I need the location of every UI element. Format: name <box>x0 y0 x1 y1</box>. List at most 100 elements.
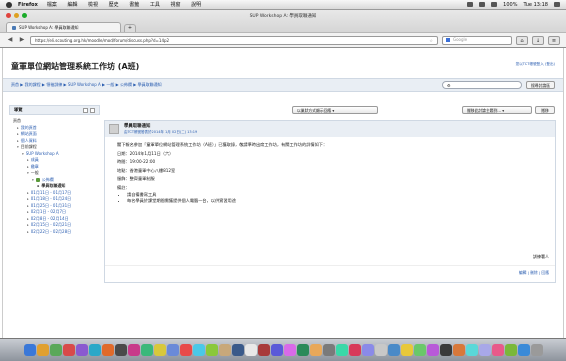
dock-app-icon[interactable] <box>335 344 348 356</box>
dock-app-icon[interactable] <box>23 344 36 356</box>
menu-view[interactable]: 檢視 <box>88 2 98 8</box>
dock-app-icon[interactable] <box>179 344 192 356</box>
dock-app-icon[interactable] <box>62 344 75 356</box>
dock-app-icon[interactable] <box>348 344 361 356</box>
dock-app-icon[interactable] <box>140 344 153 356</box>
menu-history[interactable]: 歷史 <box>109 2 119 8</box>
menu-window[interactable]: 視窗 <box>170 2 180 8</box>
dock-app-icon[interactable] <box>413 344 426 356</box>
dock-app-icon[interactable] <box>257 344 270 356</box>
clock[interactable]: Tue 13:18 <box>523 2 548 8</box>
dock-app-icon[interactable] <box>36 344 49 356</box>
url-bar[interactable]: https://eli.scouting.org.hk/moodle/mod/f… <box>30 35 438 45</box>
dock-app-icon[interactable] <box>114 344 127 356</box>
dock-app-icon[interactable] <box>374 344 387 356</box>
post-header: 學員取聯通知 由TCT帳號發表於2014年 1月 02日(二) 13:19 <box>105 121 555 137</box>
wifi-icon[interactable] <box>467 2 474 7</box>
post-signature: 訓練署人 <box>533 254 549 259</box>
nav-item-week[interactable]: ▸ 02月22日 - 02月28日 <box>13 229 96 236</box>
post-actions[interactable]: 編輯 | 刪除 | 回應 <box>105 265 555 282</box>
move-discussion-select[interactable]: 搬移此討論主題到... ▾ <box>462 106 532 114</box>
post-intro: 閣下報名參加「童軍單位網站管理系統工作坊（A班）」已獲取錄，敬請準時出席工作坊，… <box>117 142 328 147</box>
post-notes: 請自備書寫工具 每名學員於課堂期間需獲提供個人電腦一台，以供實習用途 <box>117 192 543 204</box>
dock-app-icon[interactable] <box>517 344 530 356</box>
tab-label: SUP Workshop A: 學員取聯通知 <box>19 24 79 30</box>
volume-icon[interactable] <box>479 2 486 7</box>
dock-app-icon[interactable] <box>127 344 140 356</box>
main-content: 以巢狀方式顯示回應 ▾ 搬移此討論主題到... ▾ 搬移 學員取聯通知 由TCT… <box>104 105 556 283</box>
dock-app-icon[interactable] <box>231 344 244 356</box>
post-author[interactable]: 由TCT帳號發表於2014年 1月 02日(二) 13:19 <box>124 130 197 135</box>
bookmark-star-icon[interactable]: ☆ <box>429 37 433 45</box>
breadcrumb[interactable]: 頁首 ▶ 我的課程 ▶ 領袖訓練 ▶ SUP Workshop A ▶ 一般 ▶… <box>11 82 162 88</box>
back-arrow-icon[interactable]: ◀ <box>6 36 14 44</box>
nav-tree: 頁首 ▸ 我的頁首 ▸ 網站頁面 ▸ 個人資料 ▾ 目前課程 ▾ SUP Workshop… <box>9 115 100 238</box>
web-search-input[interactable]: Google <box>442 35 512 45</box>
menu-tools[interactable]: 工具 <box>150 2 160 8</box>
dock-app-icon[interactable] <box>530 344 543 356</box>
dock-app-icon[interactable] <box>465 344 478 356</box>
menu-help[interactable]: 說明 <box>191 2 201 8</box>
menu-bookmarks[interactable]: 書籤 <box>129 2 139 8</box>
dock-app-icon[interactable] <box>361 344 374 356</box>
dock-app-icon[interactable] <box>166 344 179 356</box>
discussion-controls: 以巢狀方式顯示回應 ▾ 搬移此討論主題到... ▾ 搬移 <box>104 105 556 117</box>
dock-app-icon[interactable] <box>439 344 452 356</box>
login-info[interactable]: 您以TCT帳號登入 (登出) <box>516 62 555 67</box>
dock-app-icon[interactable] <box>283 344 296 356</box>
dock-app-icon[interactable] <box>75 344 88 356</box>
collapse-block-icon[interactable] <box>90 107 95 113</box>
dock-app-icon[interactable] <box>205 344 218 356</box>
forum-search-button[interactable]: 搜尋討論區 <box>526 81 555 89</box>
post-body: 閣下報名參加「童軍單位網站管理系統工作坊（A班）」已獲取錄，敬請準時出席工作坊，… <box>105 137 555 265</box>
new-tab-button[interactable]: + <box>124 24 136 32</box>
display-mode-select[interactable]: 以巢狀方式顯示回應 ▾ <box>292 106 378 114</box>
navigation-toolbar: ◀ ▶ https://eli.scouting.org.hk/moodle/m… <box>0 32 566 47</box>
dock-app-icon[interactable] <box>244 344 257 356</box>
block-header: 導覽 <box>9 105 100 115</box>
home-icon[interactable]: ⌂ <box>516 35 528 45</box>
mac-menubar: Firefox 檔案 編輯 檢視 歷史 書籤 工具 視窗 說明 100% Tue… <box>0 0 566 10</box>
menu-icon[interactable]: ≡ <box>548 35 560 45</box>
forward-arrow-icon[interactable]: ▶ <box>18 36 26 44</box>
dock-app-icon[interactable] <box>478 344 491 356</box>
dock-app-icon[interactable] <box>309 344 322 356</box>
url-text: https://eli.scouting.org.hk/moodle/mod/f… <box>35 37 170 43</box>
block-title: 導覽 <box>14 107 23 112</box>
dock-app-icon[interactable] <box>400 344 413 356</box>
forum-search-input[interactable]: ⚙ <box>442 81 523 89</box>
post-venue: 地點：香港童軍中心八樓812室 <box>117 167 176 173</box>
apple-icon[interactable] <box>6 1 12 8</box>
menu-file[interactable]: 檔案 <box>47 2 57 8</box>
dock-app-icon[interactable] <box>387 344 400 356</box>
dock-app-icon[interactable] <box>49 344 62 356</box>
app-menu[interactable]: Firefox <box>18 2 38 8</box>
note-item: 每名學員於課堂期間需獲提供個人電腦一台，以供實習用途 <box>127 198 543 204</box>
web-page: 童軍單位網站管理系統工作坊 (A班) 您以TCT帳號登入 (登出) 頁首 ▶ 我… <box>2 48 564 338</box>
post-notes-label: 備註： <box>117 184 130 190</box>
dock-app-icon[interactable] <box>452 344 465 356</box>
dock-app-icon[interactable] <box>270 344 283 356</box>
dock-app-icon[interactable] <box>192 344 205 356</box>
move-button[interactable]: 搬移 <box>535 106 555 114</box>
dock-app-icon[interactable] <box>322 344 335 356</box>
battery-icon[interactable] <box>491 2 498 7</box>
status-area: 100% Tue 13:18 <box>467 2 560 8</box>
browser-tab[interactable]: SUP Workshop A: 學員取聯通知 <box>6 22 121 32</box>
dock-app-icon[interactable] <box>101 344 114 356</box>
dock-app-icon[interactable] <box>296 344 309 356</box>
dock-app-icon[interactable] <box>88 344 101 356</box>
dock-block-icon[interactable] <box>83 107 88 113</box>
spotlight-icon[interactable] <box>554 2 560 7</box>
downloads-icon[interactable]: ↓ <box>532 35 544 45</box>
dock-app-icon[interactable] <box>426 344 439 356</box>
dock-app-icon[interactable] <box>153 344 166 356</box>
dock-app-icon[interactable] <box>218 344 231 356</box>
menu-edit[interactable]: 編輯 <box>67 2 77 8</box>
dock-app-icon[interactable] <box>491 344 504 356</box>
avatar[interactable] <box>109 124 119 134</box>
site-header: 童軍單位網站管理系統工作坊 (A班) 您以TCT帳號登入 (登出) <box>3 48 563 78</box>
window-title: SUP Workshop A: 學員取聯通知 <box>249 13 317 19</box>
dock-app-icon[interactable] <box>504 344 517 356</box>
post-time: 時間：19:00-22:00 <box>117 159 156 164</box>
